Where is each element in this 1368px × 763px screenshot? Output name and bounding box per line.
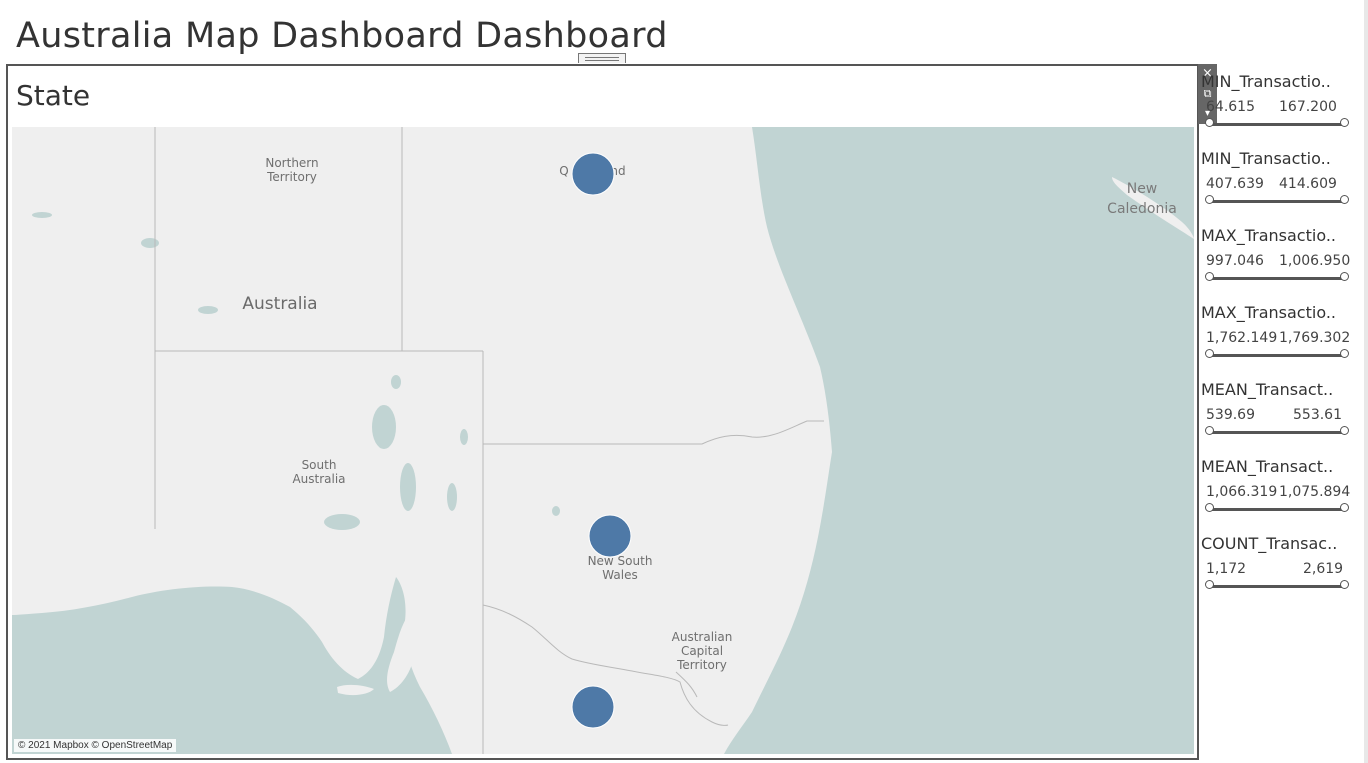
svg-text:Caledonia: Caledonia (1107, 201, 1177, 217)
range-slider-min-handle[interactable] (1205, 349, 1214, 358)
filter-max-value[interactable]: 1,075.894 (1279, 483, 1353, 501)
range-slider-max-handle[interactable] (1340, 349, 1349, 358)
australia-map[interactable]: Northern Territory Australia Q nd South … (12, 127, 1194, 754)
range-slider-min-handle[interactable] (1205, 580, 1214, 589)
svg-text:Northern: Northern (265, 156, 318, 170)
range-slider-min-handle[interactable] (1205, 272, 1214, 281)
filter-min-value[interactable]: 997.046 (1206, 252, 1264, 270)
range-slider-track[interactable] (1209, 123, 1345, 126)
filter-max-value[interactable]: 2,619 (1303, 560, 1368, 578)
range-filter[interactable]: COUNT_Transac.. 1,172 2,619 (1201, 526, 1361, 596)
svg-text:Australian: Australian (672, 630, 733, 644)
svg-text:Australia: Australia (242, 294, 317, 314)
filter-title: MIN_Transactio.. (1201, 149, 1331, 168)
svg-text:Territory: Territory (266, 170, 317, 184)
range-slider-track[interactable] (1209, 431, 1345, 434)
window-edge (1364, 0, 1368, 763)
range-slider-max-handle[interactable] (1340, 272, 1349, 281)
range-slider-min-handle[interactable] (1205, 195, 1214, 204)
filter-title: MIN_Transactio.. (1201, 72, 1331, 91)
svg-text:Q: Q (559, 164, 568, 178)
svg-text:Territory: Territory (676, 658, 727, 672)
land-kangaroo-island (337, 684, 374, 696)
svg-text:Capital: Capital (681, 644, 723, 658)
range-slider-max-handle[interactable] (1340, 503, 1349, 512)
filter-max-value[interactable]: 1,006.950 (1279, 252, 1353, 270)
filter-min-value[interactable]: 407.639 (1206, 175, 1264, 193)
filter-max-value[interactable]: 1,769.302 (1279, 329, 1353, 347)
range-slider-min-handle[interactable] (1205, 503, 1214, 512)
svg-text:Wales: Wales (602, 568, 637, 582)
worksheet-title: State (16, 79, 91, 112)
svg-text:New: New (1127, 181, 1158, 197)
filter-min-value[interactable]: 1,762.149 (1206, 329, 1278, 347)
range-slider-track[interactable] (1209, 200, 1345, 203)
filter-min-value[interactable]: 1,172 (1206, 560, 1246, 578)
map-attribution[interactable]: © 2021 Mapbox © OpenStreetMap (14, 739, 177, 752)
filter-max-value[interactable]: 553.61 (1293, 406, 1367, 424)
range-filter[interactable]: MAX_Transactio.. 1,762.149 1,769.302 (1201, 295, 1361, 365)
range-slider-min-handle[interactable] (1205, 118, 1214, 127)
land-peninsula (387, 617, 415, 692)
range-slider-min-handle[interactable] (1205, 426, 1214, 435)
range-filter[interactable]: MEAN_Transact.. 539.69 553.61 (1201, 372, 1361, 442)
filter-min-value[interactable]: 64.615 (1206, 98, 1255, 116)
filter-title: MAX_Transactio.. (1201, 226, 1336, 245)
range-filter[interactable]: MIN_Transactio.. 407.639 414.609 (1201, 141, 1361, 211)
marker-queensland[interactable] (571, 152, 615, 196)
filter-min-value[interactable]: 539.69 (1206, 406, 1255, 424)
map-canvas[interactable]: Northern Territory Australia Q nd South … (12, 127, 1194, 754)
filter-min-value[interactable]: 1,066.319 (1206, 483, 1278, 501)
map-worksheet[interactable]: State Northern Territory Australia Q nd … (6, 64, 1199, 760)
filter-max-value[interactable]: 167.200 (1279, 98, 1353, 116)
range-filter[interactable]: MEAN_Transact.. 1,066.319 1,075.894 (1201, 449, 1361, 519)
range-slider-track[interactable] (1209, 277, 1345, 280)
range-slider-track[interactable] (1209, 354, 1345, 357)
dashboard-title: Australia Map Dashboard Dashboard (16, 16, 668, 56)
range-slider-max-handle[interactable] (1340, 118, 1349, 127)
filter-title: MAX_Transactio.. (1201, 303, 1336, 322)
svg-text:Australia: Australia (292, 472, 345, 486)
range-slider-track[interactable] (1209, 508, 1345, 511)
drag-handle[interactable] (578, 53, 626, 63)
filter-title: MEAN_Transact.. (1201, 457, 1334, 476)
marker-victoria[interactable] (571, 685, 615, 729)
filter-title: COUNT_Transac.. (1201, 534, 1338, 553)
range-filter[interactable]: MIN_Transactio.. 64.615 167.200 (1201, 64, 1361, 134)
svg-text:South: South (302, 458, 337, 472)
filter-title: MEAN_Transact.. (1201, 380, 1334, 399)
marker-new-south-wales[interactable] (588, 514, 632, 558)
filter-max-value[interactable]: 414.609 (1279, 175, 1353, 193)
range-slider-max-handle[interactable] (1340, 580, 1349, 589)
range-slider-track[interactable] (1209, 585, 1345, 588)
range-slider-max-handle[interactable] (1340, 426, 1349, 435)
range-slider-max-handle[interactable] (1340, 195, 1349, 204)
range-filter[interactable]: MAX_Transactio.. 997.046 1,006.950 (1201, 218, 1361, 288)
svg-text:New South: New South (588, 554, 653, 568)
